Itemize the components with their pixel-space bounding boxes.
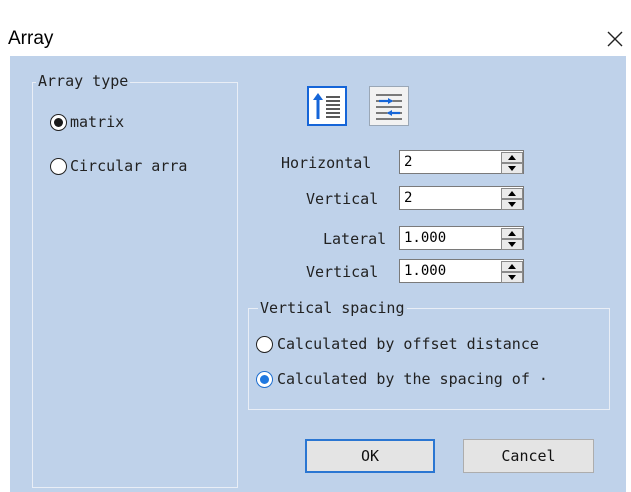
radio-spacing-of-label: Calculated by the spacing of · [277,370,548,388]
lateral-spacing-spinner[interactable] [501,228,523,250]
radio-matrix[interactable]: matrix [50,112,200,134]
cancel-button[interactable]: Cancel [463,439,594,473]
array-type-legend: Array type [36,72,131,90]
horizontal-count-field[interactable] [399,150,524,174]
radio-circular-label: Circular arra [70,157,188,175]
radio-offset-distance[interactable]: Calculated by offset distance [256,334,606,358]
radio-button[interactable] [50,114,67,131]
spin-down-icon[interactable] [501,239,523,250]
window-title: Array [8,28,54,49]
vertical-count-label: Vertical [306,190,379,208]
horizontal-count-input[interactable] [400,151,492,173]
cancel-button-label: Cancel [501,447,556,465]
horizontal-order-icon[interactable] [369,86,409,126]
array-type-group [32,82,238,488]
radio-matrix-label: matrix [70,113,125,131]
vertical-spacing-field[interactable] [399,259,524,283]
ok-button-label: OK [360,447,380,465]
radio-button[interactable] [50,158,67,175]
spin-up-icon[interactable] [501,152,523,163]
vertical-spacing-input[interactable] [400,260,492,282]
vertical-count-input[interactable] [400,187,492,209]
ok-button[interactable]: OK [305,439,435,473]
vertical-count-field[interactable] [399,186,524,210]
radio-button[interactable] [256,371,273,388]
dialog-client-area: Array type matrix Circular arra Horizont… [10,56,626,492]
radio-button[interactable] [256,336,273,353]
horizontal-count-spinner[interactable] [501,152,523,174]
title-bar: Array [0,8,631,56]
vertical-spacing-legend: Vertical spacing [258,299,407,317]
vertical-spacing-group [248,308,610,410]
radio-offset-distance-label: Calculated by offset distance [277,335,539,353]
spin-up-icon[interactable] [501,261,523,272]
spin-down-icon[interactable] [501,272,523,283]
vertical-order-icon[interactable] [307,86,347,126]
radio-circular-array[interactable]: Circular arra [50,156,230,178]
spin-down-icon[interactable] [501,199,523,210]
spin-down-icon[interactable] [501,163,523,174]
horizontal-count-label: Horizontal [281,154,372,172]
vertical-spacing-label: Vertical [306,263,379,281]
vertical-spacing-spinner[interactable] [501,261,523,283]
spin-up-icon[interactable] [501,228,523,239]
spin-up-icon[interactable] [501,188,523,199]
lateral-spacing-input[interactable] [400,227,492,249]
array-dialog: Array Array type matrix Circular arra Ho… [0,0,631,492]
close-icon[interactable] [600,22,630,56]
radio-spacing-of[interactable]: Calculated by the spacing of · [256,369,604,393]
lateral-spacing-field[interactable] [399,226,524,250]
vertical-count-spinner[interactable] [501,188,523,210]
lateral-spacing-label: Lateral [323,230,387,248]
